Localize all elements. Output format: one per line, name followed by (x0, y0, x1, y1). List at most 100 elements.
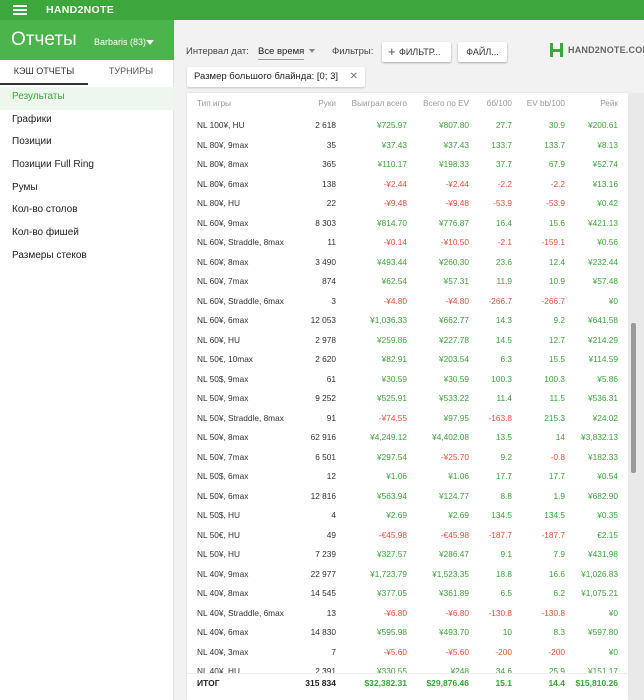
cell-ev-total: ¥203.54 (439, 354, 469, 364)
cell-game-type: NL 60¥, Straddle, 6max (197, 295, 284, 306)
cell-hands: 49 (326, 529, 336, 540)
sidebar-item-rooms[interactable]: Румы (0, 178, 174, 201)
column-header-ev-total[interactable]: Всего по EV (423, 99, 469, 108)
column-header-won[interactable]: Выиграл всего (352, 99, 407, 108)
table-row[interactable]: NL 40¥, 8max 14 545 ¥377.05 ¥361.89 6.5 6.2 ¥1… (187, 584, 628, 604)
table-row[interactable]: NL 50¥, 6max 12 816 ¥563.94 ¥124.77 8.8 1.9 ¥6… (187, 487, 628, 507)
sidebar-item-positions-full-ring[interactable]: Позиции Full Ring (0, 155, 174, 178)
cell-rake: ¥13.16 (592, 178, 618, 189)
cell-hands: 365 (322, 159, 336, 169)
cell-game-type: NL 40¥, 8max (197, 588, 249, 598)
table-row[interactable]: NL 40¥, 3max 7 -¥5.60 -¥5.60 -200 -200 ¥0 (187, 643, 628, 663)
column-header-ev-bb100[interactable]: EV bb/100 (527, 99, 565, 108)
plus-icon: + (388, 44, 396, 59)
cell-rake: ¥0.35 (597, 510, 618, 520)
cell-ev-bb100: -0.8 (550, 451, 565, 462)
cell-hands: 35 (326, 139, 336, 150)
cell-won: ¥493.44 (377, 256, 407, 267)
table-row[interactable]: NL 50¥, 7max 6 501 ¥297.54 -¥25.70 9.2 -0.8 ¥1… (187, 448, 628, 468)
cell-won: ¥2.69 (386, 510, 407, 520)
dropdown-caret-icon[interactable] (309, 49, 315, 53)
file-button[interactable]: ФАЙЛ... (458, 42, 507, 62)
cell-bb100: 27.7 (495, 120, 512, 130)
table-row[interactable]: NL 50$, HU 4 ¥2.69 ¥2.69 134.5 134.5 ¥0.35 (187, 506, 628, 526)
table-row[interactable]: NL 50€, HU 49 -€45.98 -€45.98 -187.7 -187.7 €2… (187, 526, 628, 546)
hand2note-logo: HAND2NOTE.COM (550, 42, 644, 60)
cell-game-type: NL 50¥, 9max (197, 393, 249, 403)
table-row[interactable]: NL 80¥, 9max 35 ¥37.43 ¥37.43 133.7 133.7 ¥8.1… (187, 136, 628, 156)
tab-tournaments[interactable]: ТУРНИРЫ (88, 60, 174, 85)
cell-ev-bb100: 215.3 (544, 412, 565, 423)
tab-cash-reports[interactable]: КЭШ ОТЧЕТЫ (0, 60, 88, 85)
cell-ev-total: ¥286.47 (439, 549, 469, 559)
sidebar-item-positions[interactable]: Позиции (0, 132, 174, 155)
total-label: ИТОГ (197, 678, 220, 688)
cell-rake: ¥114.59 (588, 354, 618, 364)
table-row[interactable]: NL 100¥, HU 2 618 ¥725.97 ¥807.80 27.7 30.9 ¥2… (187, 116, 628, 136)
table-row[interactable]: NL 50$, 9max 61 ¥30.59 ¥30.59 100.3 100.3 ¥5.8… (187, 370, 628, 390)
cell-ev-total: -¥2.44 (445, 178, 469, 189)
total-bb100: 15.1 (495, 678, 512, 688)
cell-rake: ¥421.13 (588, 217, 618, 228)
cell-bb100: 14.5 (495, 334, 512, 345)
cell-won: ¥62.54 (381, 276, 407, 286)
table-row[interactable]: NL 40¥, 9max 22 977 ¥1,723.79 ¥1,523.35 18.8… (187, 565, 628, 585)
player-selector[interactable]: Barbaris (83) (94, 37, 146, 47)
table-row[interactable]: NL 50€, 10max 2 620 ¥82.91 ¥203.54 6.3 15.5 ¥1… (187, 350, 628, 370)
cell-hands: 2 618 (315, 120, 336, 130)
cell-ev-bb100: -159.1 (541, 237, 565, 247)
table-row[interactable]: NL 60¥, 6max 12 053 ¥1,036.33 ¥662.77 14.3 9.… (187, 311, 628, 331)
table-row[interactable]: NL 60¥, 9max 8 303 ¥814.70 ¥776.87 16.4 15.6 ¥… (187, 214, 628, 234)
cell-rake: ¥3,832.13 (581, 432, 618, 442)
page-title: Отчеты (11, 29, 77, 50)
table-row[interactable]: NL 40¥, 6max 14 830 ¥595.98 ¥493.70 10 8.3 ¥59… (187, 623, 628, 643)
cell-ev-total: -¥10.50 (440, 237, 469, 247)
close-icon[interactable]: ✕ (350, 67, 358, 87)
add-filter-button[interactable]: + ФИЛЬТР... (382, 42, 451, 62)
table-row[interactable]: NL 60¥, Straddle, 6max 3 -¥4.80 -¥4.80 -266.… (187, 292, 628, 312)
sidebar-item-results[interactable]: Результаты (0, 87, 174, 110)
cell-bb100: -2.2 (497, 178, 512, 189)
column-header-bb100[interactable]: бб/100 (487, 99, 512, 108)
cell-rake: ¥182.33 (588, 451, 618, 462)
table-row[interactable]: NL 50¥, 8max 62 916 ¥4,249.12 ¥4,402.08 13.5… (187, 428, 628, 448)
sidebar-item-stack-sizes[interactable]: Размеры стеков (0, 246, 174, 269)
table-row[interactable]: NL 60¥, 8max 3 490 ¥493.44 ¥260.30 23.6 12.4 ¥… (187, 253, 628, 273)
hamburger-menu-icon[interactable] (13, 5, 27, 15)
table-row[interactable]: NL 80¥, 8max 365 ¥110.17 ¥198.33 37.7 67.9 ¥52… (187, 155, 628, 175)
column-header-hands[interactable]: Руки (318, 99, 336, 108)
column-header-rake[interactable]: Рейк (600, 99, 618, 108)
cell-won: -¥4.80 (383, 295, 407, 306)
sidebar-item-chip-count[interactable]: Кол-во фишей (0, 223, 174, 246)
sidebar-item-graphs[interactable]: Графики (0, 110, 174, 133)
cell-bb100: 133.7 (491, 139, 512, 150)
cell-won: ¥377.05 (377, 588, 407, 598)
cell-ev-bb100: -130.8 (541, 607, 565, 618)
table-row[interactable]: NL 80¥, 6max 138 -¥2.44 -¥2.44 -2.2 -2.2 ¥13.1… (187, 175, 628, 195)
total-ev: $29,876.46 (426, 678, 469, 688)
cell-ev-total: -¥4.80 (445, 295, 469, 306)
cell-ev-total: ¥807.80 (439, 120, 469, 130)
active-filter-chip[interactable]: Размер большого блайнда: [0; 3] ✕ (187, 67, 365, 87)
chevron-down-icon[interactable] (146, 40, 154, 45)
table-row[interactable]: NL 60¥, 7max 874 ¥62.54 ¥57.31 11.9 10.9 ¥57.4… (187, 272, 628, 292)
scrollbar[interactable] (629, 93, 644, 700)
table-row[interactable]: NL 60¥, HU 2 978 ¥259.86 ¥227.78 14.5 12.7 ¥21… (187, 331, 628, 351)
cell-hands: 14 545 (310, 588, 336, 598)
column-header-game-type[interactable]: Тип игры (197, 99, 231, 108)
cell-ev-bb100: -53.9 (546, 198, 565, 208)
sidebar-item-table-count[interactable]: Кол-во столов (0, 200, 174, 223)
table-row[interactable]: NL 40¥, Straddle, 6max 13 -¥6.80 -¥6.80 -130… (187, 604, 628, 624)
scrollbar-thumb[interactable] (631, 323, 636, 473)
cell-game-type: NL 50¥, 8max (197, 432, 249, 442)
table-row[interactable]: NL 60¥, Straddle, 8max 11 -¥0.14 -¥10.50 -2.… (187, 233, 628, 253)
date-interval-select[interactable]: Все время (258, 46, 305, 60)
table-row[interactable]: NL 50$, 6max 12 ¥1.06 ¥1.06 17.7 17.7 ¥0.54 (187, 467, 628, 487)
cell-bb100: -200 (495, 646, 512, 657)
table-row[interactable]: NL 50¥, 9max 9 252 ¥525.91 ¥533.22 11.4 11.5 ¥… (187, 389, 628, 409)
table-row[interactable]: NL 50¥, HU 7 239 ¥327.57 ¥286.47 9.1 7.9 ¥431.… (187, 545, 628, 565)
table-row[interactable]: NL 80¥, HU 22 -¥9.48 -¥9.48 -53.9 -53.9 ¥0.42 (187, 194, 628, 214)
cell-bb100: -2.1 (497, 237, 512, 247)
table-row[interactable]: NL 50¥, Straddle, 8max 91 -¥74.55 ¥97.95 -16… (187, 409, 628, 429)
cell-ev-bb100: 6.2 (553, 588, 565, 598)
